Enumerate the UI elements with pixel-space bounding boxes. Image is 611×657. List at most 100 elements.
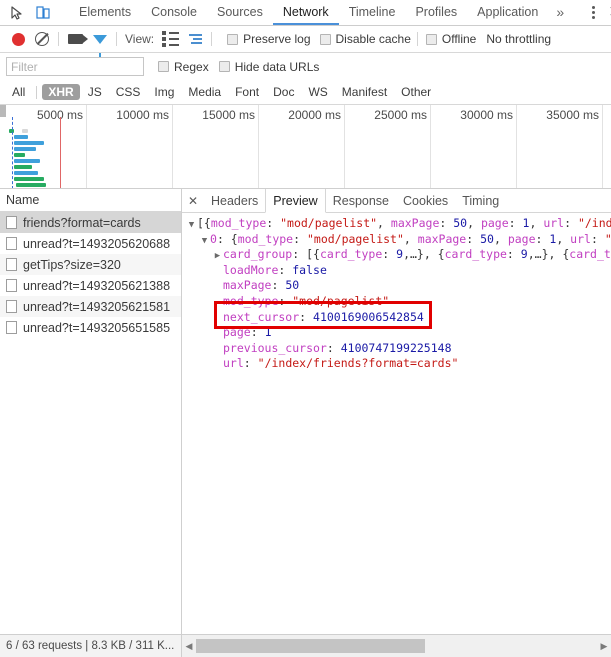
checkbox-box (227, 33, 239, 45)
json-key: card_type (569, 247, 611, 262)
json-string: "mod/pagelist" (306, 231, 404, 246)
tab-console[interactable]: Console (141, 0, 207, 25)
type-filter-font[interactable]: Font (229, 84, 265, 100)
json-line[interactable]: ▶mod_type: "mod/pagelist" (182, 294, 611, 310)
request-row[interactable]: unread?t=1493205621581 (0, 296, 181, 317)
type-filter-css[interactable]: CSS (110, 84, 147, 100)
detail-tab-timing[interactable]: Timing (455, 189, 506, 212)
tab-elements[interactable]: Elements (69, 0, 141, 25)
tab-profiles[interactable]: Profiles (405, 0, 467, 25)
hide-data-urls-checkbox[interactable]: Hide data URLs (218, 60, 319, 74)
list-view-icon[interactable] (160, 29, 180, 49)
chevron-down-icon[interactable]: ▼ (186, 218, 197, 234)
json-value: 50 (480, 231, 494, 246)
scroll-track[interactable] (196, 639, 597, 653)
request-row[interactable]: unread?t=1493205620688 (0, 233, 181, 254)
json-preview-tree[interactable]: ▼ [{mod_type: "mod/pagelist", maxPage: 50… (182, 213, 611, 634)
json-line[interactable]: ▶maxPage: 50 (182, 278, 611, 294)
tabstrip-right-icons: ✕ (584, 0, 611, 25)
disable-cache-label: Disable cache (335, 32, 411, 46)
json-value: 50 (285, 278, 300, 293)
throttling-select[interactable]: No throttling (486, 32, 551, 46)
chevron-right-icon[interactable]: ▶ (597, 641, 611, 652)
type-filter-xhr[interactable]: XHR (42, 84, 80, 100)
document-icon (6, 237, 17, 250)
tab-application[interactable]: Application (467, 0, 548, 25)
regex-checkbox[interactable]: Regex (158, 60, 209, 74)
waterfall-view-icon[interactable] (185, 29, 205, 49)
type-filter-doc[interactable]: Doc (267, 84, 300, 100)
json-punct: , (377, 216, 391, 230)
clear-icon[interactable] (32, 29, 52, 49)
json-key: page (223, 325, 251, 340)
funnel-filter-icon[interactable] (90, 29, 110, 57)
request-list-header[interactable]: Name (0, 189, 181, 212)
request-list[interactable]: friends?format=cards unread?t=14932056206… (0, 212, 181, 634)
offline-checkbox[interactable]: Offline (425, 32, 476, 46)
device-toolbar-icon[interactable] (33, 3, 53, 23)
json-line[interactable]: ▶page: 1 (182, 325, 611, 341)
kebab-menu-icon[interactable] (584, 3, 602, 23)
type-filter-js[interactable]: JS (82, 84, 108, 100)
scroll-thumb[interactable] (196, 639, 425, 653)
json-key: maxPage (390, 216, 440, 230)
json-key: page (480, 216, 509, 230)
tab-console-label: Console (151, 4, 197, 19)
cursor-inspect-icon[interactable] (6, 3, 26, 23)
network-main: Name friends?format=cards unread?t=149320… (0, 189, 611, 634)
type-filter-ws[interactable]: WS (302, 84, 333, 100)
json-punct: : (293, 231, 307, 246)
type-filter-img[interactable]: Img (148, 84, 180, 100)
json-line[interactable]: ▶previous_cursor: 4100747199225148 (182, 341, 611, 357)
tab-sources[interactable]: Sources (207, 0, 273, 25)
json-value: false (292, 262, 327, 277)
request-row[interactable]: friends?format=cards (0, 212, 181, 233)
request-row[interactable]: getTips?size=320 (0, 254, 181, 275)
load-event-line (60, 117, 61, 188)
tab-network[interactable]: Network (272, 0, 339, 25)
type-filter-other[interactable]: Other (395, 84, 437, 100)
json-line[interactable]: ▶loadMore: false (182, 263, 611, 279)
json-punct: : (535, 231, 550, 246)
json-punct: : (266, 216, 281, 230)
json-value: 4100747199225148 (340, 340, 452, 355)
json-line[interactable]: ▼ [{mod_type: "mod/pagelist", maxPage: 50… (182, 216, 611, 232)
json-line[interactable]: ▶next_cursor: 4100169006542854 (182, 310, 611, 326)
type-filter-manifest[interactable]: Manifest (336, 84, 393, 100)
json-line[interactable]: ▶url: "/index/friends?format=cards" (182, 356, 611, 372)
tab-timeline[interactable]: Timeline (339, 0, 406, 25)
request-name: friends?format=cards (23, 215, 141, 230)
horizontal-scrollbar[interactable]: ◀ ▶ (182, 635, 611, 657)
detail-tab-cookies[interactable]: Cookies (396, 189, 455, 212)
json-punct: : (439, 216, 454, 230)
json-string: "/index/friends?format=cards" (605, 232, 611, 246)
json-punct: , (556, 231, 571, 246)
json-value: 4100169006542854 (313, 309, 424, 324)
request-name: unread?t=1493205651585 (23, 320, 171, 335)
type-filter-all[interactable]: All (6, 84, 31, 100)
json-punct: , (467, 216, 481, 230)
request-row[interactable]: unread?t=1493205621388 (0, 275, 181, 296)
close-icon[interactable]: ✕ (604, 3, 611, 23)
detail-tab-preview[interactable]: Preview (265, 189, 326, 213)
json-punct: : { (216, 231, 238, 246)
preserve-log-checkbox[interactable]: Preserve log (227, 32, 311, 46)
detail-close-icon[interactable]: ✕ (182, 189, 204, 212)
overview-tick-label: 35000 ms (546, 108, 599, 122)
chevron-down-icon[interactable]: ▼ (199, 234, 210, 250)
detail-tab-response[interactable]: Response (326, 189, 396, 212)
request-row[interactable]: unread?t=1493205651585 (0, 317, 181, 338)
disable-cache-checkbox[interactable]: Disable cache (319, 32, 411, 46)
network-overview[interactable]: 5000 ms 10000 ms 15000 ms 20000 ms 25000 ms 3… (0, 105, 611, 189)
type-filter-media[interactable]: Media (182, 84, 227, 100)
json-line[interactable]: ▶ card_group: [{card_type: 9,…}, {card_ty… (182, 247, 611, 263)
camera-icon[interactable] (65, 29, 88, 49)
record-icon[interactable] (8, 29, 28, 49)
filter-input[interactable] (6, 57, 144, 76)
json-line[interactable]: ▼ 0: {mod_type: "mod/pagelist", maxPage: … (182, 232, 611, 248)
json-string: "mod/pagelist" (280, 216, 378, 230)
detail-tab-headers[interactable]: Headers (204, 189, 265, 212)
tab-overflow-button[interactable]: » (548, 0, 572, 25)
chevron-left-icon[interactable]: ◀ (182, 641, 196, 652)
json-string: "mod/pagelist" (292, 293, 390, 308)
